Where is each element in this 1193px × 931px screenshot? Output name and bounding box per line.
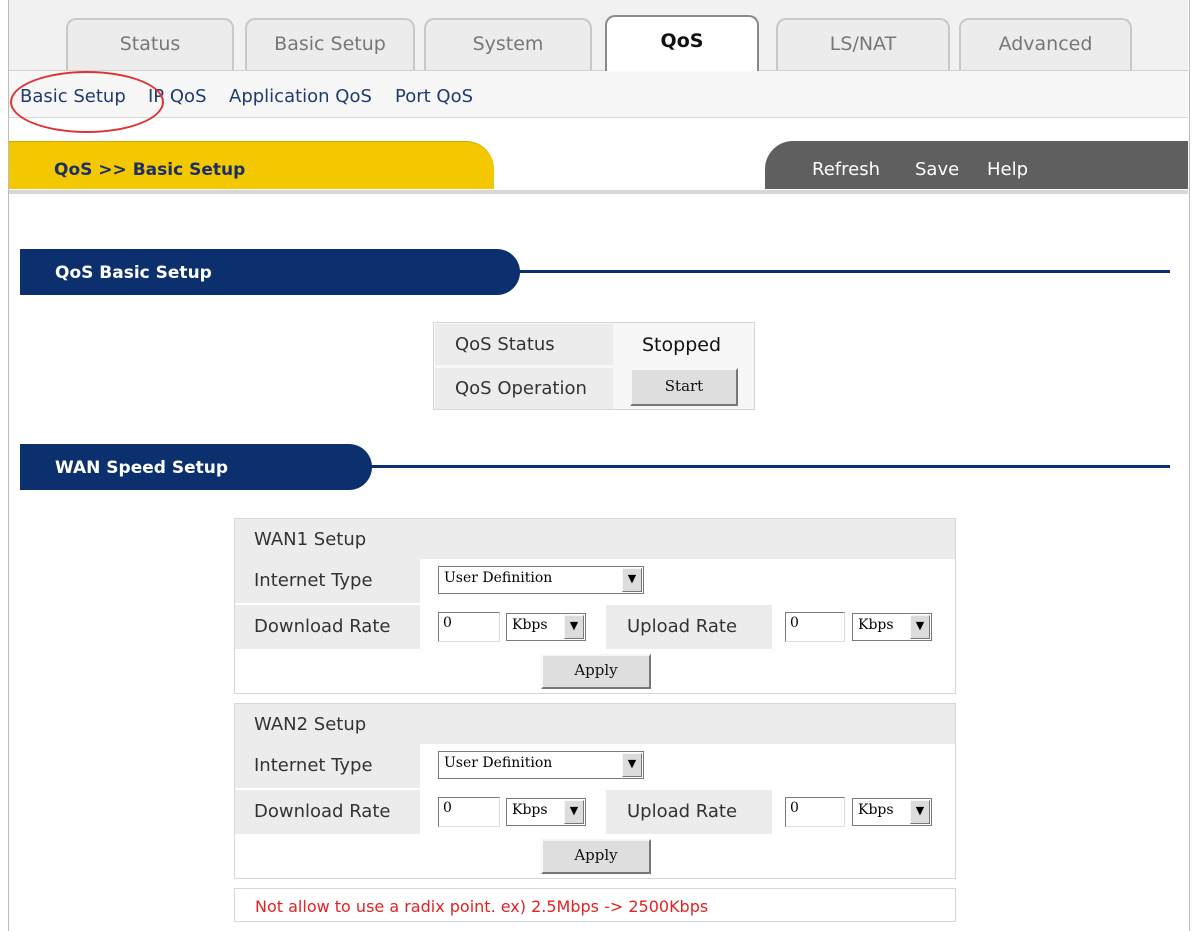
wan2-download-unit-select[interactable]: Kbps ▼ xyxy=(506,798,586,826)
wan2-upload-unit-select[interactable]: Kbps ▼ xyxy=(852,798,932,826)
wan1-internet-type-select[interactable]: User Definition ▼ xyxy=(438,566,644,594)
wan2-setup-block: WAN2 Setup Internet Type User Definition… xyxy=(234,703,956,879)
sub-menu: Basic Setup IP QoS Application QoS Port … xyxy=(9,71,1188,118)
wan2-title: WAN2 Setup xyxy=(254,714,367,735)
section-title: QoS Basic Setup xyxy=(55,263,212,283)
wan1-apply-button[interactable]: Apply xyxy=(541,654,651,689)
wan2-internet-type-select[interactable]: User Definition ▼ xyxy=(438,751,644,779)
chevron-down-icon: ▼ xyxy=(910,615,930,639)
main-tab-bar: Status Basic Setup System QoS LS/NAT Adv… xyxy=(9,0,1188,71)
wan2-download-rate-label: Download Rate xyxy=(254,801,391,822)
tab-system[interactable]: System xyxy=(424,18,592,70)
breadcrumb: QoS >> Basic Setup xyxy=(54,160,246,180)
qos-status-table: QoS Status QoS Operation Stopped Start xyxy=(433,322,755,410)
start-button[interactable]: Start xyxy=(630,368,738,406)
radix-note: Not allow to use a radix point. ex) 2.5M… xyxy=(234,888,956,922)
wan2-upload-rate-label: Upload Rate xyxy=(627,801,738,822)
submenu-application-qos[interactable]: Application QoS xyxy=(229,86,372,107)
wan1-download-unit-value: Kbps xyxy=(512,617,548,633)
chevron-down-icon: ▼ xyxy=(910,800,930,824)
wan1-download-rate-label: Download Rate xyxy=(254,616,391,637)
wan1-upload-rate-label: Upload Rate xyxy=(627,616,738,637)
highlight-circle xyxy=(10,71,164,133)
action-tab: Refresh Save Help xyxy=(765,141,1188,189)
wan1-download-unit-select[interactable]: Kbps ▼ xyxy=(506,613,586,641)
section-rule xyxy=(370,465,1170,468)
radix-note-text: Not allow to use a radix point. ex) 2.5M… xyxy=(255,897,709,916)
refresh-link[interactable]: Refresh xyxy=(812,159,880,180)
section-pill: QoS Basic Setup xyxy=(20,249,520,295)
chevron-down-icon: ▼ xyxy=(622,568,642,592)
wan1-upload-unit-select[interactable]: Kbps ▼ xyxy=(852,613,932,641)
wan2-internet-type-value: User Definition xyxy=(444,755,553,771)
wan2-upload-unit-value: Kbps xyxy=(858,802,894,818)
qos-status-value: Stopped xyxy=(642,334,722,356)
wan1-setup-block: WAN1 Setup Internet Type User Definition… xyxy=(234,518,956,694)
chevron-down-icon: ▼ xyxy=(622,753,642,777)
section-pill: WAN Speed Setup xyxy=(20,444,372,490)
qos-operation-label: QoS Operation xyxy=(435,368,613,409)
wan2-download-unit-value: Kbps xyxy=(512,802,548,818)
wan1-download-rate-input[interactable]: 0 xyxy=(438,612,500,642)
section-title: WAN Speed Setup xyxy=(55,458,229,478)
breadcrumb-tab: QoS >> Basic Setup xyxy=(9,141,494,189)
wan-speed-setup-header: WAN Speed Setup xyxy=(20,444,1170,490)
chevron-down-icon: ▼ xyxy=(564,615,584,639)
tab-status[interactable]: Status xyxy=(66,18,234,70)
tab-ls-nat[interactable]: LS/NAT xyxy=(776,18,950,70)
wan2-download-rate-input[interactable]: 0 xyxy=(438,797,500,827)
section-rule xyxy=(520,270,1170,273)
help-link[interactable]: Help xyxy=(987,159,1028,180)
wan1-internet-type-value: User Definition xyxy=(444,570,553,586)
chevron-down-icon: ▼ xyxy=(564,800,584,824)
tab-advanced[interactable]: Advanced xyxy=(959,18,1132,70)
wan2-upload-rate-input[interactable]: 0 xyxy=(785,797,845,827)
wan2-apply-button[interactable]: Apply xyxy=(541,839,651,874)
wan1-upload-rate-input[interactable]: 0 xyxy=(785,612,845,642)
wan1-internet-type-label: Internet Type xyxy=(254,570,373,591)
qos-basic-setup-header: QoS Basic Setup xyxy=(20,249,1170,295)
tab-qos[interactable]: QoS xyxy=(605,15,759,71)
wan1-upload-unit-value: Kbps xyxy=(858,617,894,633)
submenu-port-qos[interactable]: Port QoS xyxy=(395,86,473,107)
tab-basic-setup[interactable]: Basic Setup xyxy=(245,18,415,70)
save-link[interactable]: Save xyxy=(915,159,959,180)
wan1-title: WAN1 Setup xyxy=(254,529,367,550)
wan2-internet-type-label: Internet Type xyxy=(254,755,373,776)
qos-status-label: QoS Status xyxy=(435,324,613,365)
